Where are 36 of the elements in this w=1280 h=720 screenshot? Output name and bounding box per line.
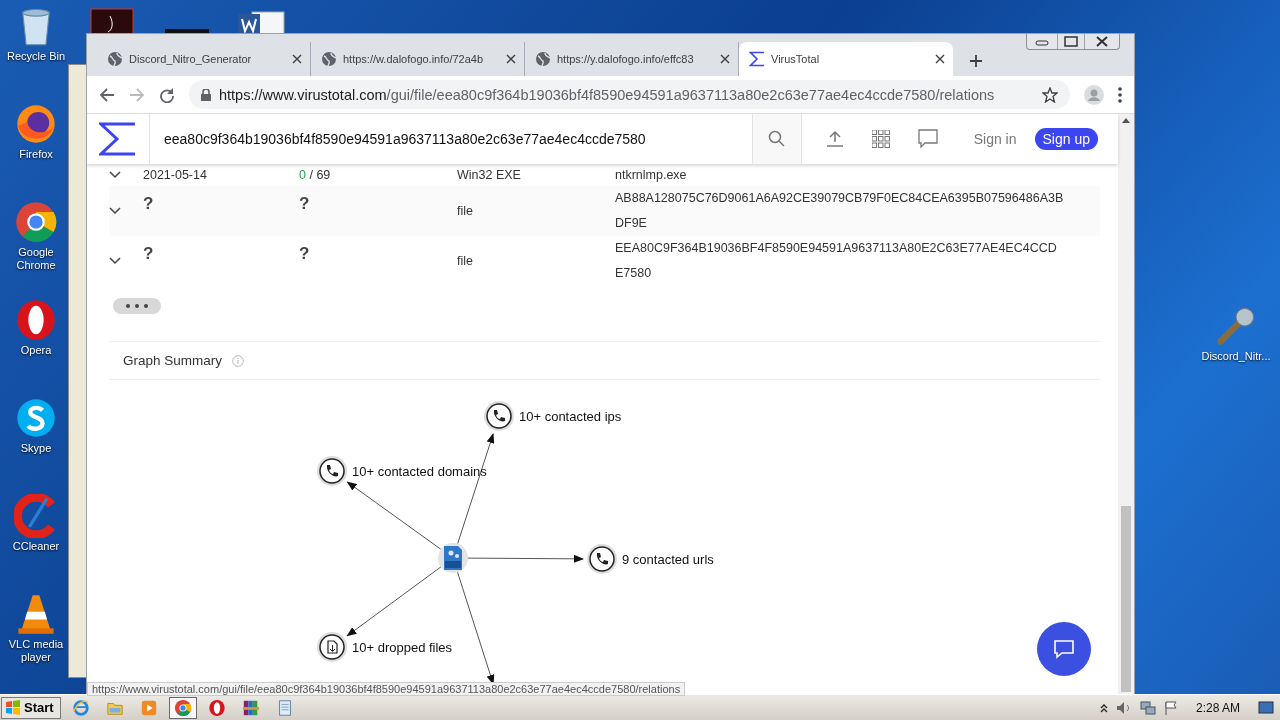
graph-node-label: 10+ contacted domains bbox=[352, 464, 487, 479]
search-field[interactable]: eea80c9f364b19036bf4f8590e94591a9637113a80e2c63e77ae4ec4ccde7580 bbox=[150, 114, 752, 164]
table-cell-text: file bbox=[457, 254, 474, 268]
browser-tab[interactable]: https://w.dalofogo.info/72a4b bbox=[311, 42, 525, 76]
detection-ratio: 0 / 69 bbox=[299, 168, 332, 182]
status-url: https://www.virustotal.com/gui/file/eea80c9f364b19036bf4f8590e94591a9637113a80e2c63e77ae4ec4ccde7580/relations bbox=[87, 682, 686, 696]
desktop-icon-label[interactable]: Skype bbox=[1, 442, 71, 455]
table-cell-text: 2021-05-14 bbox=[143, 168, 208, 182]
table-cell-text: ? bbox=[143, 193, 155, 214]
desktop-icon-label[interactable]: VLC media player bbox=[1, 638, 71, 664]
graph-node-label: 10+ contacted ips bbox=[519, 409, 622, 424]
sign-up-button[interactable]: Sign up bbox=[1034, 128, 1098, 150]
start-button[interactable]: Start bbox=[1, 696, 61, 719]
table-cell-text: Win32 EXE bbox=[457, 168, 522, 182]
table-cell-text: AB88A128075C76D9061A6A92CE39079CB79F0EC84CEA6395B07596486A3BDF9E bbox=[615, 190, 1065, 232]
clock[interactable]: 2:28 AM bbox=[1185, 700, 1250, 715]
graph-node-label: 10+ dropped files bbox=[352, 640, 453, 655]
section-title: Graph Summary bbox=[123, 353, 223, 368]
address-bar[interactable]: https://www.virustotal.com/gui/file/eea80c9f364b19036bf4f8590e94591a9637113a80e2c63e77ae4ec4ccde7580/relations bbox=[189, 80, 1070, 109]
table-cell-text: ntkrnlmp.exe bbox=[615, 168, 688, 182]
table-cell-text: ? bbox=[299, 243, 311, 264]
desktop-icon-label[interactable]: Firefox bbox=[1, 148, 71, 161]
graph-node-label: 9 contacted urls bbox=[622, 552, 714, 567]
desktop-icon-label[interactable]: Opera bbox=[1, 344, 71, 357]
table-cell-text: ? bbox=[143, 243, 155, 264]
desktop-icon-label[interactable]: Discord_Nitr... bbox=[1196, 350, 1276, 363]
table-cell-text: file bbox=[457, 204, 474, 218]
sign-in-link[interactable]: Sign in bbox=[961, 131, 1029, 147]
table-cell-text: EEA80C9F364B19036BF4F8590E94591A9637113A80E2C63E77AE4EC4CCDE7580 bbox=[615, 240, 1058, 282]
url-text: https://www.virustotal.com/gui/file/eea80c9f364b19036bf4f8590e94591a9637113a80e2c63e77ae4ec4ccde7580/relations bbox=[219, 86, 996, 103]
desktop-icon-label[interactable]: Google Chrome bbox=[1, 246, 71, 272]
browser-tab[interactable]: VirusTotal bbox=[739, 42, 953, 76]
desktop-icon-label[interactable]: Recycle Bin bbox=[1, 50, 71, 63]
table-cell-text: ? bbox=[299, 193, 311, 214]
browser-tab[interactable]: Discord_Nitro_Generator bbox=[97, 42, 311, 76]
desktop-icon-label[interactable]: CCleaner bbox=[1, 540, 71, 553]
